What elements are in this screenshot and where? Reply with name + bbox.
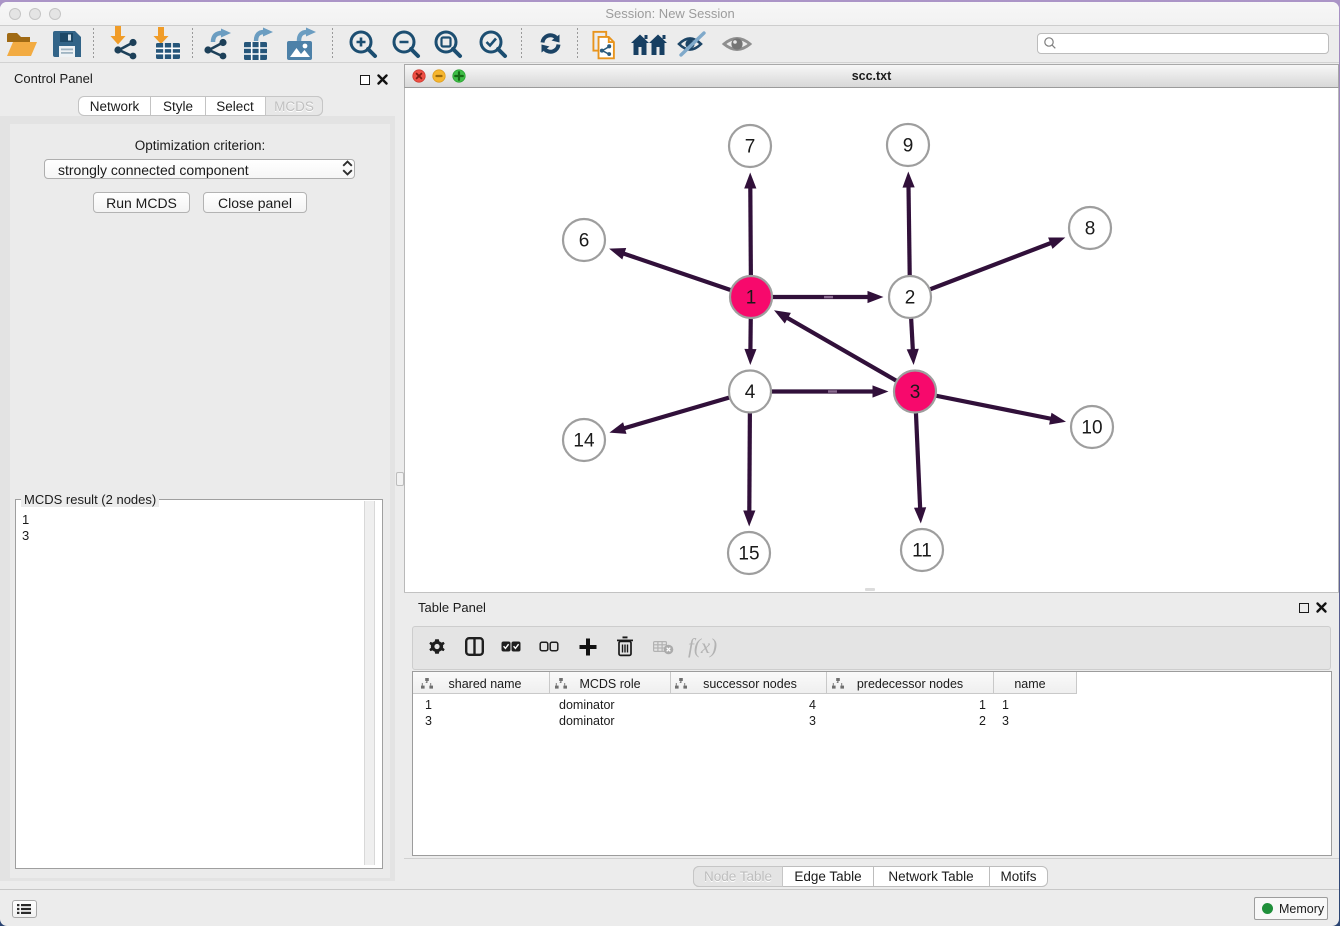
svg-text:3: 3: [910, 382, 921, 403]
svg-text:14: 14: [573, 431, 595, 452]
svg-text:6: 6: [579, 231, 590, 252]
svg-text:8: 8: [1085, 219, 1096, 240]
svg-text:1: 1: [746, 288, 757, 309]
svg-text:9: 9: [903, 136, 914, 157]
svg-text:7: 7: [745, 137, 756, 158]
svg-text:4: 4: [745, 382, 756, 403]
svg-text:15: 15: [738, 544, 759, 565]
svg-text:10: 10: [1081, 418, 1102, 439]
svg-text:2: 2: [905, 288, 916, 309]
svg-text:11: 11: [912, 541, 932, 562]
